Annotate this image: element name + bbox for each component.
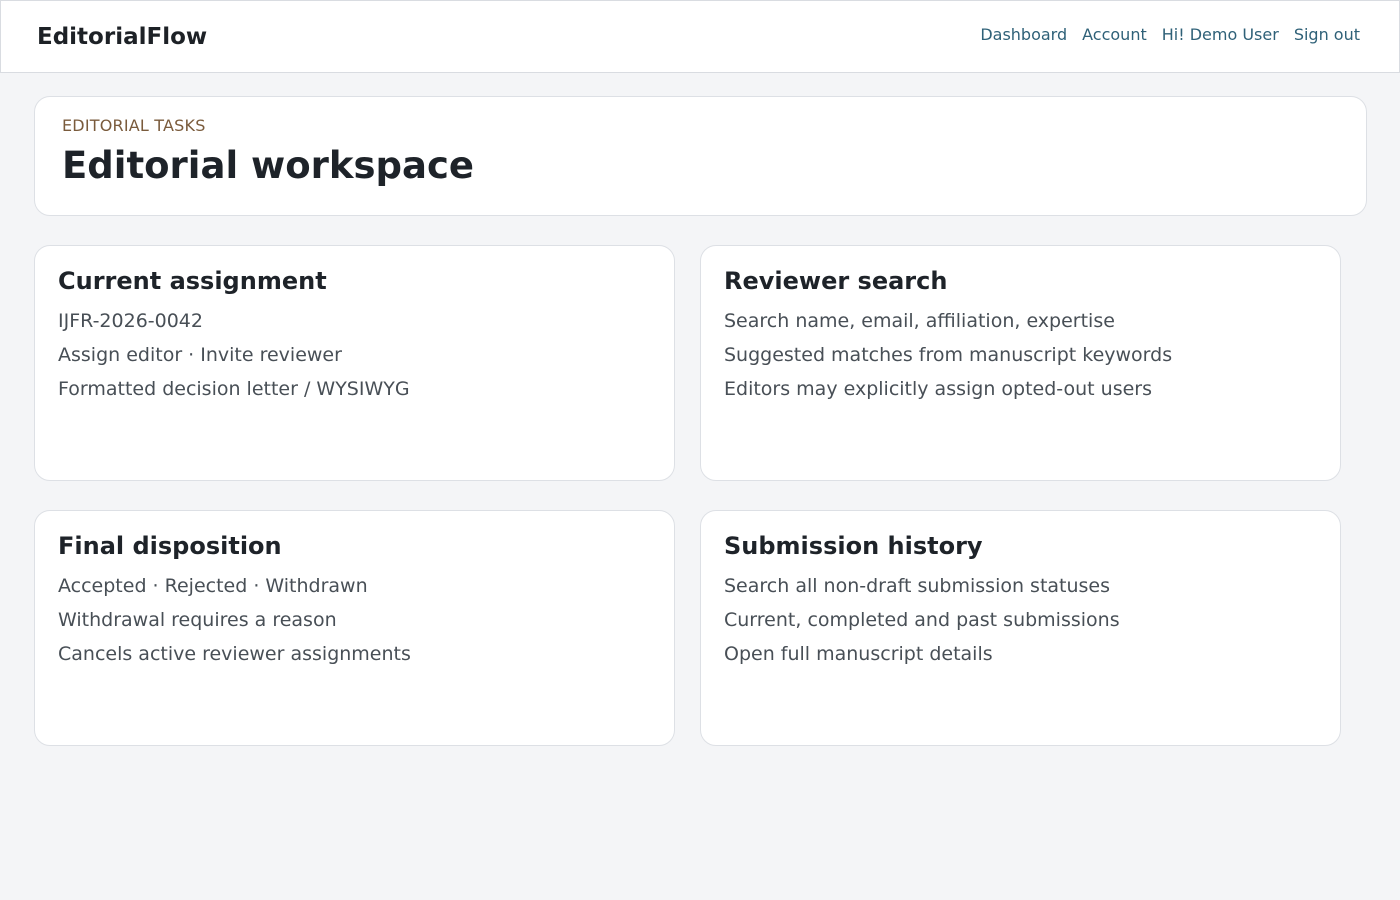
page-header-card: EDITORIAL TASKS Editorial workspace [34,96,1367,216]
card-title: Submission history [724,532,983,560]
card-title: Reviewer search [724,267,948,295]
nav-link-sign-out[interactable]: Sign out [1294,25,1360,45]
card-title: Current assignment [58,267,327,295]
card-final-disposition: Final disposition Accepted · Rejected · … [34,510,675,746]
nav-link-user-greeting[interactable]: Hi! Demo User [1162,25,1279,45]
card-line: Open full manuscript details [724,643,993,665]
card-line: IJFR-2026-0042 [58,310,203,332]
brand-logo[interactable]: EditorialFlow [37,23,207,51]
nav-link-dashboard[interactable]: Dashboard [980,25,1067,45]
card-line: Search name, email, affiliation, experti… [724,310,1115,332]
card-line: Withdrawal requires a reason [58,609,337,631]
card-title: Final disposition [58,532,282,560]
card-current-assignment: Current assignment IJFR-2026-0042 Assign… [34,245,675,481]
card-line: Assign editor · Invite reviewer [58,344,342,366]
card-line: Search all non-draft submission statuses [724,575,1111,597]
card-line: Editors may explicitly assign opted-out … [724,378,1153,400]
card-submission-history: Submission history Search all non-draft … [700,510,1341,746]
nav-link-account[interactable]: Account [1082,25,1147,45]
card-line: Current, completed and past submissions [724,609,1120,631]
main-nav: Dashboard Account Hi! Demo User Sign out [980,25,1360,45]
card-line: Cancels active reviewer assignments [58,643,411,665]
card-reviewer-search: Reviewer search Search name, email, affi… [700,245,1341,481]
top-navbar: EditorialFlow Dashboard Account Hi! Demo… [0,0,1400,73]
card-line: Suggested matches from manuscript keywor… [724,344,1173,366]
section-eyebrow: EDITORIAL TASKS [62,116,206,135]
card-line: Accepted · Rejected · Withdrawn [58,575,368,597]
page-title: Editorial workspace [62,144,474,187]
card-line: Formatted decision letter / WYSIWYG [58,378,410,400]
